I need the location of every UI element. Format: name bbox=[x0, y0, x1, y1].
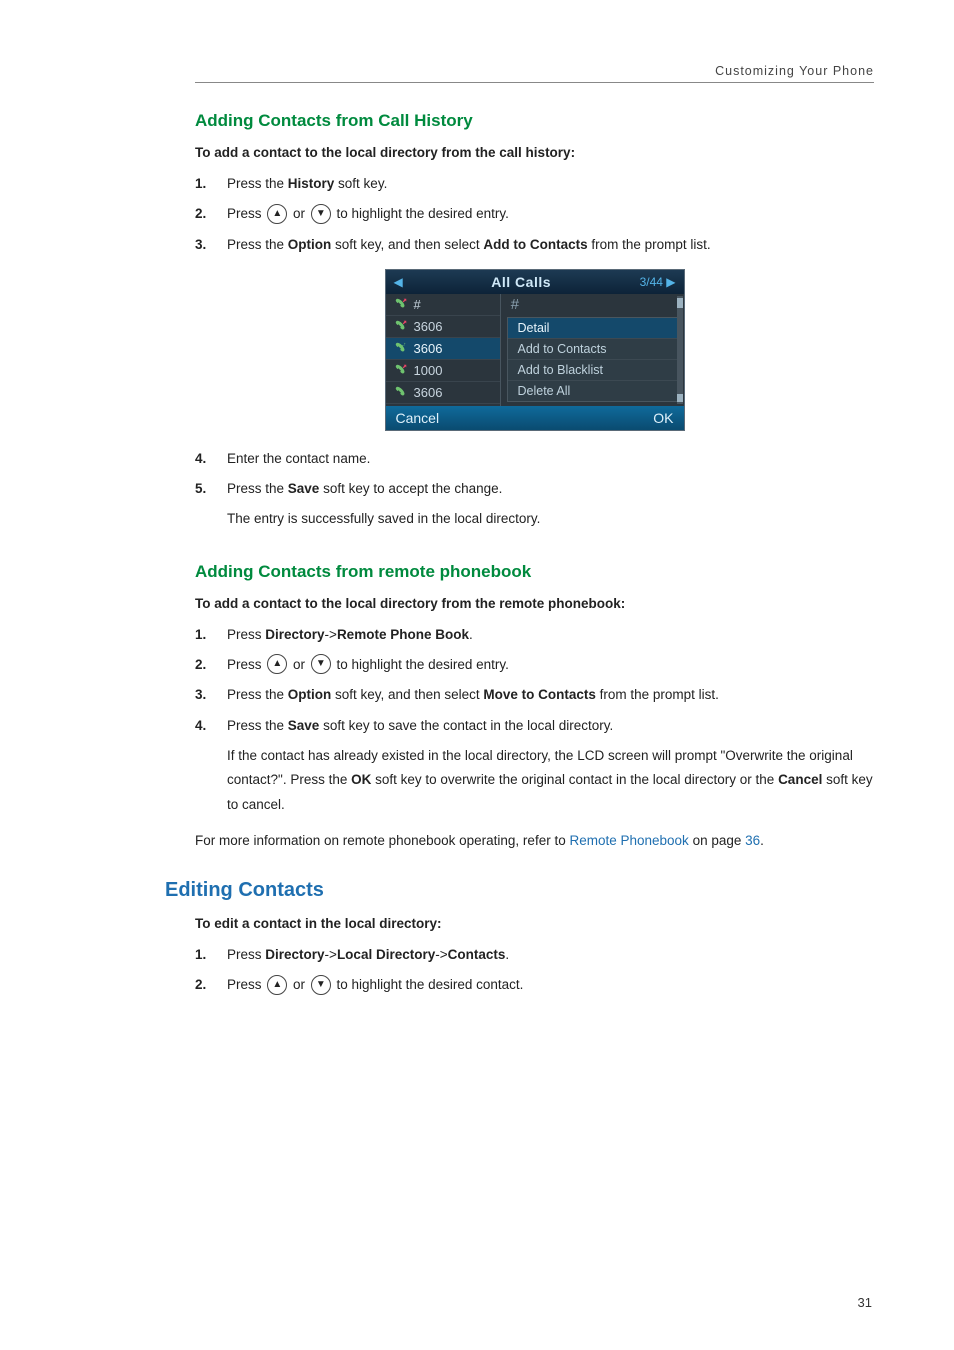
step-body: Press the Save soft key to save the cont… bbox=[227, 716, 874, 817]
scrollbar bbox=[677, 296, 683, 404]
step-body: Press ▲ or ▼ to highlight the desired en… bbox=[227, 204, 874, 224]
entry-header: # bbox=[501, 294, 684, 317]
step-num: 2. bbox=[195, 975, 213, 995]
step: 2. Press ▲ or ▼ to highlight the desired… bbox=[195, 655, 874, 675]
section3-steps: 1. Press Directory->Local Directory->Con… bbox=[195, 945, 874, 996]
step-num: 5. bbox=[195, 479, 213, 499]
step-num: 4. bbox=[195, 716, 213, 736]
remote-phonebook-link[interactable]: Remote Phonebook bbox=[569, 833, 688, 848]
step-num: 1. bbox=[195, 174, 213, 194]
step-num: 1. bbox=[195, 625, 213, 645]
section2-subhead: To add a contact to the local directory … bbox=[195, 596, 874, 611]
step-num: 2. bbox=[195, 204, 213, 224]
scroll-thumb bbox=[677, 394, 683, 402]
step: 2. Press ▲ or ▼ to highlight the desired… bbox=[195, 204, 874, 224]
step: 1. Press the History soft key. bbox=[195, 174, 874, 194]
phone-title: All Calls bbox=[491, 274, 551, 290]
step-body: Press the Option soft key, and then sele… bbox=[227, 685, 874, 705]
step-num: 4. bbox=[195, 449, 213, 469]
step: 4. Enter the contact name. bbox=[195, 449, 874, 469]
menu-item: Add to Blacklist bbox=[508, 360, 677, 381]
down-key-icon: ▼ bbox=[311, 654, 331, 674]
page-content: Customizing Your Phone Adding Contacts f… bbox=[0, 0, 954, 1046]
list-label: 3606 bbox=[414, 385, 443, 400]
outgoing-call-icon bbox=[394, 319, 408, 333]
up-key-icon: ▲ bbox=[267, 975, 287, 995]
step-body: Enter the contact name. bbox=[227, 449, 874, 469]
call-list: # 3606 3606 1000 3606 bbox=[386, 294, 501, 406]
list-item: 3606 bbox=[386, 338, 500, 360]
step: 4. Press the Save soft key to save the c… bbox=[195, 716, 874, 817]
outgoing-call-icon bbox=[394, 297, 408, 311]
down-key-icon: ▼ bbox=[311, 204, 331, 224]
menu-item: Detail bbox=[508, 318, 677, 339]
step: 1. Press Directory->Remote Phone Book. bbox=[195, 625, 874, 645]
softkey-ok: OK bbox=[653, 410, 673, 426]
up-key-icon: ▲ bbox=[267, 204, 287, 224]
step-body: Press the Option soft key, and then sele… bbox=[227, 235, 874, 255]
section1-heading: Adding Contacts from Call History bbox=[195, 111, 874, 131]
menu-item: Delete All bbox=[508, 381, 677, 401]
down-key-icon: ▼ bbox=[311, 975, 331, 995]
step: 3. Press the Option soft key, and then s… bbox=[195, 685, 874, 705]
nav-left-icon: ◀ bbox=[394, 275, 403, 289]
step-num: 2. bbox=[195, 655, 213, 675]
step-body: Press the History soft key. bbox=[227, 174, 874, 194]
step: 3. Press the Option soft key, and then s… bbox=[195, 235, 874, 255]
section1-steps-cont: 4. Enter the contact name. 5. Press the … bbox=[195, 449, 874, 532]
list-label: 3606 bbox=[414, 341, 443, 356]
step: 2. Press ▲ or ▼ to highlight the desired… bbox=[195, 975, 874, 995]
page-link[interactable]: 36 bbox=[745, 833, 760, 848]
section1-subhead: To add a contact to the local directory … bbox=[195, 145, 874, 160]
step-body: Press Directory->Remote Phone Book. bbox=[227, 625, 874, 645]
outgoing-call-icon bbox=[394, 363, 408, 377]
section3-heading: Editing Contacts bbox=[165, 879, 874, 902]
step-num: 1. bbox=[195, 945, 213, 965]
section1-steps: 1. Press the History soft key. 2. Press … bbox=[195, 174, 874, 255]
up-key-icon: ▲ bbox=[267, 654, 287, 674]
step-num: 3. bbox=[195, 685, 213, 705]
page-header: Customizing Your Phone bbox=[195, 64, 874, 83]
section2-para: For more information on remote phonebook… bbox=[195, 829, 874, 853]
softkey-cancel: Cancel bbox=[396, 410, 440, 426]
option-pane: # Detail Add to Contacts Add to Blacklis… bbox=[501, 294, 684, 406]
page-number: 31 bbox=[858, 1295, 872, 1310]
header-text: Customizing Your Phone bbox=[715, 64, 874, 78]
list-item: # bbox=[386, 294, 500, 316]
incoming-call-icon bbox=[394, 385, 408, 399]
step-body: Press Directory->Local Directory->Contac… bbox=[227, 945, 874, 965]
list-label: # bbox=[414, 297, 421, 312]
step: 5. Press the Save soft key to accept the… bbox=[195, 479, 874, 532]
softkey-bar: Cancel OK bbox=[386, 406, 684, 430]
phone-titlebar: ◀ All Calls 3/44 ▶ bbox=[386, 270, 684, 294]
step-body: Press ▲ or ▼ to highlight the desired en… bbox=[227, 655, 874, 675]
step-body: Press the Save soft key to accept the ch… bbox=[227, 479, 874, 532]
incoming-call-icon bbox=[394, 341, 408, 355]
step-followup: The entry is successfully saved in the l… bbox=[227, 507, 874, 531]
section3-subhead: To edit a contact in the local directory… bbox=[195, 916, 874, 931]
option-menu: Detail Add to Contacts Add to Blacklist … bbox=[507, 317, 678, 402]
list-item: 3606 bbox=[386, 316, 500, 338]
section2-steps: 1. Press Directory->Remote Phone Book. 2… bbox=[195, 625, 874, 817]
step: 1. Press Directory->Local Directory->Con… bbox=[195, 945, 874, 965]
phone-body: # 3606 3606 1000 3606 bbox=[386, 294, 684, 406]
phone-page-indicator: 3/44 ▶ bbox=[640, 275, 676, 289]
menu-item: Add to Contacts bbox=[508, 339, 677, 360]
list-item: 1000 bbox=[386, 360, 500, 382]
list-label: 3606 bbox=[414, 319, 443, 334]
section2-heading: Adding Contacts from remote phonebook bbox=[195, 562, 874, 582]
phone-screenshot: ◀ All Calls 3/44 ▶ # 3606 3606 bbox=[385, 269, 685, 431]
step-followup: If the contact has already existed in th… bbox=[227, 744, 874, 817]
list-item: 3606 bbox=[386, 382, 500, 404]
list-label: 1000 bbox=[414, 363, 443, 378]
step-num: 3. bbox=[195, 235, 213, 255]
scroll-thumb bbox=[677, 298, 683, 308]
step-body: Press ▲ or ▼ to highlight the desired co… bbox=[227, 975, 874, 995]
